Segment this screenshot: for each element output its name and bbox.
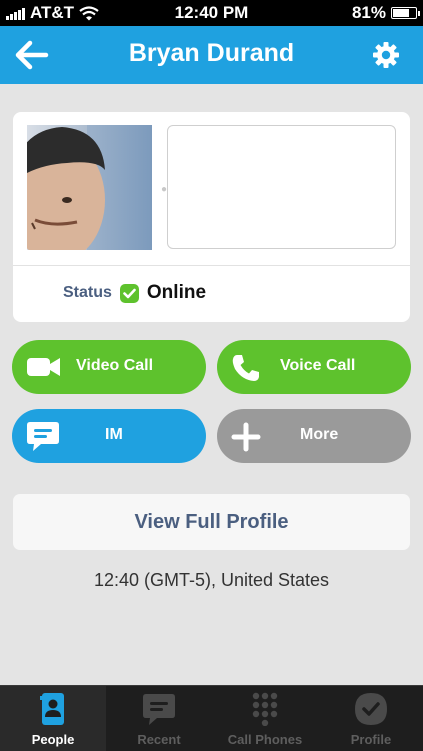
chat-bubble-icon [27, 422, 59, 451]
tab-profile[interactable]: Profile [318, 686, 423, 751]
tab-recent[interactable]: Recent [106, 686, 212, 751]
chat-bubble-icon [143, 694, 175, 725]
settings-button[interactable] [371, 40, 401, 70]
dialpad-icon [252, 692, 278, 726]
local-time: 12:40 (GMT-5), United States [93, 570, 330, 590]
tab-people[interactable]: People [0, 686, 106, 751]
gear-icon [373, 42, 399, 68]
tab-label: Recent [137, 732, 181, 747]
video-call-button[interactable]: Video Call [12, 340, 206, 394]
avatar-photo [27, 125, 152, 250]
battery-icon [391, 7, 420, 19]
mood-message-box [167, 125, 396, 249]
tab-bar: People Recent Call Phones Profile [0, 685, 423, 751]
online-check-icon [119, 283, 139, 303]
status-bar: AT&T 12:40 PM 81% [0, 0, 423, 26]
avatar[interactable] [27, 125, 152, 250]
im-label: IM [105, 426, 123, 443]
battery-fill [393, 9, 409, 17]
plus-icon [231, 422, 261, 452]
people-icon [40, 693, 64, 725]
more-button[interactable]: More [217, 409, 411, 463]
profile-check-icon [355, 693, 387, 725]
battery-percent: 81% [351, 3, 386, 22]
video-call-label: Video Call [76, 357, 154, 374]
tab-call-phones[interactable]: Call Phones [212, 686, 318, 751]
status-label: Status [63, 284, 112, 301]
nav-header: Bryan Durand [0, 26, 423, 84]
tab-label: Call Phones [227, 732, 303, 747]
contact-name: Bryan Durand [128, 39, 295, 67]
voice-call-label: Voice Call [280, 357, 356, 374]
view-full-profile-button[interactable]: View Full Profile [13, 494, 410, 550]
status-value: Online [146, 282, 207, 303]
phone-icon [232, 355, 259, 381]
card-divider [13, 265, 410, 266]
profile-card: ● Status Online [13, 112, 410, 322]
more-label: More [300, 426, 339, 443]
im-button[interactable]: IM [12, 409, 206, 463]
tab-label: People [31, 732, 75, 747]
tab-label: Profile [350, 732, 392, 747]
battery-area: 81% [351, 3, 420, 23]
status-row: Status Online [63, 282, 206, 304]
video-camera-icon [27, 358, 60, 376]
voice-call-button[interactable]: Voice Call [217, 340, 411, 394]
